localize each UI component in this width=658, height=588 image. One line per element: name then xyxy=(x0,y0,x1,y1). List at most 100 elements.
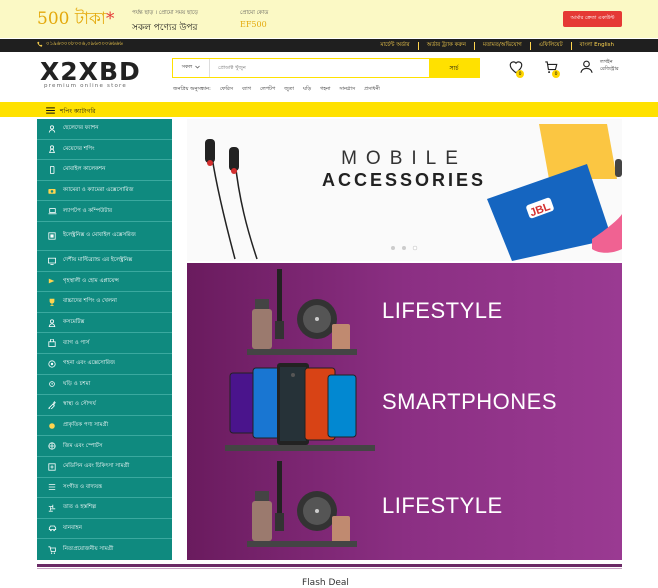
popular-searches: জনপ্রিয় অনুসন্ধান: ফেরিস ব্যাগ লেপটপ জু… xyxy=(173,86,380,94)
sports-icon xyxy=(47,442,57,450)
banner-caption: SMARTPHONES xyxy=(382,389,558,414)
sidebar-item-label: তাত ও হস্তশিল্প xyxy=(63,504,96,511)
sidebar-item-label: ইলেক্ট্রনিক্স ও মোবাইল এক্সেসরিজ xyxy=(63,232,136,239)
toy-icon xyxy=(47,298,57,306)
slider-dot[interactable] xyxy=(391,246,395,250)
sidebar-item-label: প্রাকৃতিক পণ্য সামগ্রী xyxy=(63,422,109,429)
promo-cta-button[interactable]: আর্মার ক্রেতা একাউন্ট xyxy=(563,11,622,27)
sidebar-item-label: জিম এবং স্পোর্টস xyxy=(63,442,103,449)
search-category-select[interactable]: সকল xyxy=(173,59,210,77)
sidebar-item-health-beauty[interactable]: স্বাস্থ্য ও সৌন্দর্য xyxy=(37,395,172,416)
search-button[interactable]: সার্চ xyxy=(429,59,479,77)
phone-info: ০১৯৬৩০০৮০০৬,০৯৬৩০০৬৬৬৬ xyxy=(37,41,123,49)
search-category-value: সকল xyxy=(181,64,193,70)
quick-cat-link[interactable]: প্রসাধনী xyxy=(364,86,380,94)
category-bar: শপিং ক্যাটাগরি xyxy=(0,102,658,117)
quick-cat-link[interactable]: ঘড়ি xyxy=(303,86,311,94)
quick-cat-link[interactable]: ব্যাগ xyxy=(242,86,251,94)
sidebar-item-music[interactable]: সংগীত ও বাদ্যযন্ত্র xyxy=(37,478,172,499)
sidebar-item-camera[interactable]: ক্যামেরা ও ক্যামেরা এক্সেসোরিজ xyxy=(37,181,172,202)
music-icon xyxy=(47,483,57,491)
flash-deal-heading: Flash Deal xyxy=(302,578,349,588)
sidebar-item-mens-fashion[interactable]: ছেলেদের ফ্যাশন xyxy=(37,119,172,140)
sidebar-item-laptop[interactable]: ল্যাপটপ ও কম্পিউটার xyxy=(37,201,172,222)
wishlist-button[interactable]: 0 xyxy=(508,60,524,78)
sidebar-item-label: স্বাস্থ্য ও সৌন্দর্য xyxy=(63,401,96,408)
promo-banner-lifestyle-2[interactable]: LIFESTYLE xyxy=(187,455,622,560)
quick-cat-link[interactable]: গহনা xyxy=(320,86,330,94)
sidebar-item-watches[interactable]: ঘড়ি ও চশমা xyxy=(37,375,172,396)
leaf-icon xyxy=(47,422,57,430)
top-link-affiliate[interactable]: এফিলিয়েট xyxy=(529,42,571,50)
sidebar-item-label: যানবাহন xyxy=(63,524,82,531)
mobile-icon xyxy=(47,165,57,174)
sidebar-item-cosmetics[interactable]: কসমেটিক্স xyxy=(37,313,172,334)
sidebar-item-label: ক্যামেরা ও ক্যামেরা এক্সেসোরিজ xyxy=(63,187,134,194)
sidebar-item-label: মেডিসিন এবং চিকিৎসা সামগ্রী xyxy=(63,463,130,470)
language-switch[interactable]: বাংলা English xyxy=(570,42,622,50)
top-link-merchant-order[interactable]: মার্চেন্ট অর্ডার xyxy=(372,42,417,50)
sidebar-item-electronics[interactable]: ইলেক্ট্রনিক্স ও মোবাইল এক্সেসরিজ xyxy=(37,222,172,251)
slide-title-line1: MOBILE xyxy=(341,148,467,169)
promo-line2: সকল পণ্যের উপর xyxy=(132,23,198,33)
sidebar-item-vehicles[interactable]: যানবাহন xyxy=(37,519,172,540)
user-icon[interactable] xyxy=(579,59,594,76)
login-link[interactable]: লগইন xyxy=(600,59,619,66)
sidebar-item-label: মেয়েদের শপিং xyxy=(63,145,95,152)
cosmetics-icon xyxy=(47,318,57,327)
site-logo[interactable]: X2XBD premium online store xyxy=(40,59,154,91)
sidebar-item-label: মোবাইল কালেকশন xyxy=(63,166,106,173)
sidebar-item-handicraft[interactable]: তাত ও হস্তশিল্প xyxy=(37,498,172,519)
shop-categories-toggle[interactable]: শপিং ক্যাটাগরি xyxy=(46,106,95,117)
sidebar-item-home-appliance[interactable]: গৃহস্থালী ও হোম এপ্লায়েন্স xyxy=(37,272,172,293)
promo-line1: পর্যন্ত ছাড় । প্রোমো সময় ছাড়ে xyxy=(132,10,199,16)
slider-dot[interactable] xyxy=(402,246,406,250)
promo-code-value: EF500 xyxy=(240,20,267,29)
sidebar-item-label: নিত্যপ্রয়োজনীয় সামগ্রী xyxy=(63,546,114,553)
sidebar-item-label: গৃহস্থালী ও হোম এপ্লায়েন্স xyxy=(63,277,119,284)
promo-banner-lifestyle[interactable]: LIFESTYLE xyxy=(187,263,622,365)
promo-banner-smartphones[interactable]: SMARTPHONES xyxy=(187,359,622,461)
quick-cat-link[interactable]: সানগ্লাস xyxy=(339,86,355,94)
sidebar-item-jewelry[interactable]: গহনা এবং এক্সেসোরিজ xyxy=(37,354,172,375)
sidebar-item-bags[interactable]: ব্যাগ ও পার্স xyxy=(37,333,172,354)
category-sidebar: ছেলেদের ফ্যাশন মেয়েদের শপিং মোবাইল কালে… xyxy=(37,119,172,560)
quick-cat-link[interactable]: ফেরিস xyxy=(220,86,233,94)
woman-icon xyxy=(47,145,57,154)
search-bar: সকল সার্চ xyxy=(172,58,480,78)
medicine-icon xyxy=(47,463,57,471)
cart-button[interactable]: 0 xyxy=(543,60,560,78)
top-link-track-order[interactable]: অর্ডার ট্র্যাক করুন xyxy=(417,42,474,50)
sidebar-item-womens-shopping[interactable]: মেয়েদের শপিং xyxy=(37,140,172,161)
man-icon xyxy=(47,125,57,133)
sidebar-item-natural-products[interactable]: প্রাকৃতিক পণ্য সামগ্রী xyxy=(37,416,172,437)
promo-amount: 500 টাকা* xyxy=(37,9,115,29)
logo-text: X2XBD xyxy=(40,57,141,86)
search-input[interactable] xyxy=(210,59,429,77)
quick-cat-link[interactable]: লেপটপ xyxy=(260,86,275,94)
sidebar-item-label: সংগীত ও বাদ্যযন্ত্র xyxy=(63,483,102,490)
hero-slider[interactable]: JBL MOBILE ACCESSORIES xyxy=(187,119,622,261)
sidebar-item-label: দেশীয় মাল্টিব্র্যান্ড এর ইলেক্ট্রনিক্স xyxy=(63,257,133,264)
cart-count-badge: 0 xyxy=(552,70,560,78)
camera-icon xyxy=(47,187,57,195)
register-link[interactable]: রেজিস্ট্রার xyxy=(600,66,619,73)
sidebar-item-label: গহনা এবং এক্সেসোরিজ xyxy=(63,360,115,367)
promo-banner[interactable]: 500 টাকা* পর্যন্ত ছাড় । প্রোমো সময় ছাড… xyxy=(0,0,658,38)
sidebar-item-local-electronics[interactable]: দেশীয় মাল্টিব্র্যান্ড এর ইলেক্ট্রনিক্স xyxy=(37,251,172,272)
quick-cat-link[interactable]: জুতা xyxy=(284,86,294,94)
shop-categories-label: শপিং ক্যাটাগরি xyxy=(60,108,96,115)
health-icon xyxy=(47,401,57,409)
plug-icon xyxy=(47,277,57,285)
sidebar-item-gym-sports[interactable]: জিম এবং স্পোর্টস xyxy=(37,436,172,457)
sidebar-item-medicine[interactable]: মেডিসিন এবং চিকিৎসা সামগ্রী xyxy=(37,457,172,478)
slider-dot-active[interactable] xyxy=(412,245,418,251)
top-link-feedback[interactable]: মতামত/অভিযোগ xyxy=(473,42,530,50)
sidebar-item-kids-toys[interactable]: বাচ্চাদের শপিং ও খেলনা xyxy=(37,292,172,313)
slide-title-line2: ACCESSORIES xyxy=(322,170,486,190)
craft-icon xyxy=(47,504,57,512)
sidebar-item-groceries[interactable]: নিত্যপ্রয়োজনীয় সামগ্রী xyxy=(37,539,172,560)
electronics-icon xyxy=(47,232,57,240)
sidebar-item-mobile[interactable]: মোবাইল কালেকশন xyxy=(37,160,172,181)
section-divider-light xyxy=(37,568,622,569)
